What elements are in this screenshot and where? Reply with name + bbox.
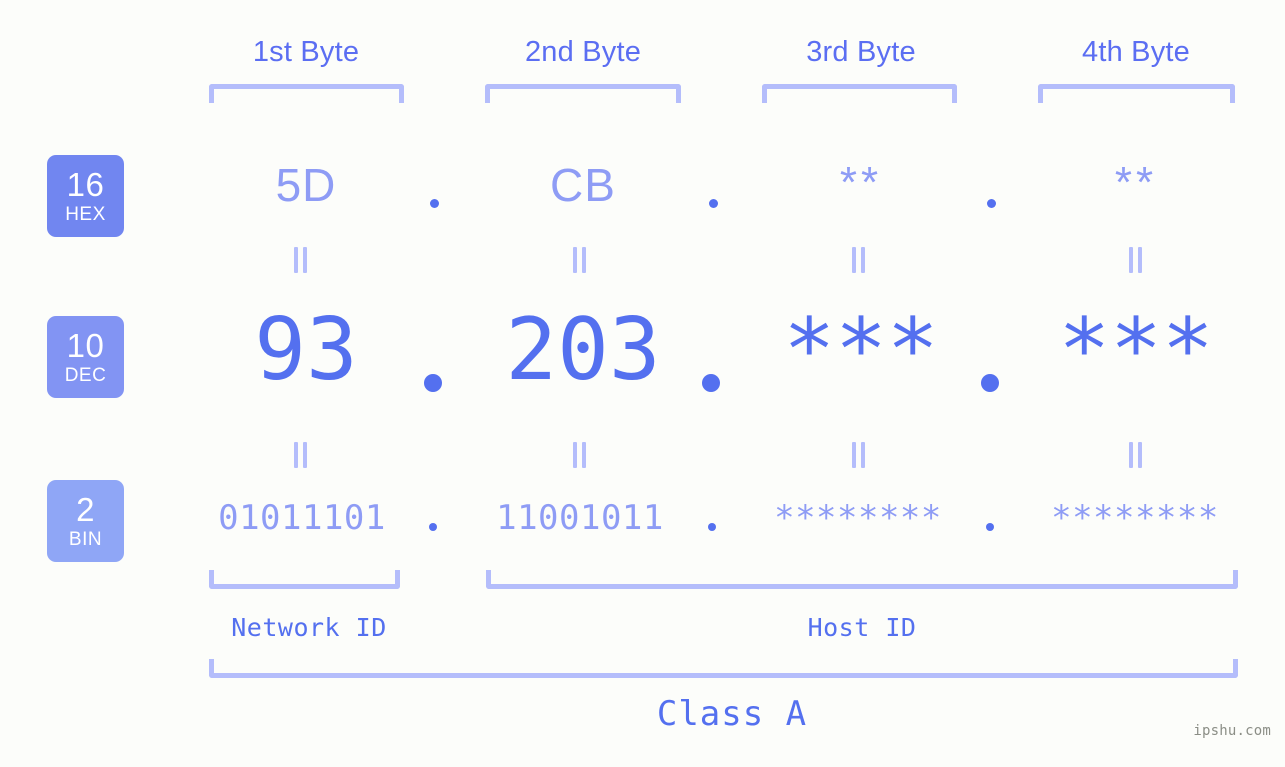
dec-byte-4: ***	[1058, 300, 1214, 400]
byte-bracket-2	[485, 84, 681, 103]
network-id-label: Network ID	[231, 613, 387, 642]
hex-byte-1: 5D	[275, 159, 337, 211]
network-id-bracket	[209, 570, 400, 589]
bin-byte-4: ********	[1051, 498, 1219, 538]
base-badge-dec-name: DEC	[64, 365, 107, 386]
base-badge-bin[interactable]: 2 BIN	[47, 480, 124, 562]
equivalence-mark-hex-dec-4	[1127, 247, 1145, 273]
bin-byte-1: 01011101	[218, 498, 386, 538]
byte-header-1: 1st Byte	[252, 36, 360, 68]
bin-byte-3: ********	[774, 498, 942, 538]
dec-separator-1	[424, 374, 442, 392]
byte-header-2: 2nd Byte	[524, 36, 642, 68]
equivalence-mark-dec-bin-4	[1127, 442, 1145, 468]
base-badge-bin-number: 2	[76, 491, 95, 528]
dec-byte-1: 93	[254, 300, 358, 400]
dec-separator-3	[981, 374, 999, 392]
bin-separator-3	[986, 523, 994, 531]
byte-header-4: 4th Byte	[1082, 36, 1190, 68]
equivalence-mark-dec-bin-3	[850, 442, 868, 468]
base-badge-hex-number: 16	[66, 166, 105, 203]
hex-separator-1	[430, 199, 439, 208]
hex-separator-2	[709, 199, 718, 208]
base-badge-dec[interactable]: 10 DEC	[47, 316, 124, 398]
bin-separator-2	[708, 523, 716, 531]
dec-separator-2	[702, 374, 720, 392]
equivalence-mark-hex-dec-3	[850, 247, 868, 273]
class-bracket	[209, 659, 1238, 678]
hex-separator-3	[987, 199, 996, 208]
byte-bracket-3	[762, 84, 957, 103]
ip-breakdown-diagram: 1st Byte 2nd Byte 3rd Byte 4th Byte 16 H…	[0, 0, 1285, 767]
hex-byte-2: CB	[550, 159, 616, 211]
bin-separator-1	[429, 523, 437, 531]
host-id-label: Host ID	[807, 613, 917, 642]
byte-bracket-4	[1038, 84, 1235, 103]
base-badge-hex[interactable]: 16 HEX	[47, 155, 124, 237]
dec-byte-3: ***	[783, 300, 939, 400]
class-label: Class A	[656, 694, 808, 734]
host-id-bracket	[486, 570, 1238, 589]
byte-bracket-1	[209, 84, 404, 103]
base-badge-hex-name: HEX	[65, 204, 106, 225]
bin-byte-2: 11001011	[496, 498, 664, 538]
equivalence-mark-hex-dec-2	[571, 247, 589, 273]
site-watermark: ipshu.com	[1193, 723, 1271, 739]
hex-byte-3: **	[839, 158, 883, 207]
base-badge-bin-name: BIN	[68, 529, 103, 550]
byte-header-3: 3rd Byte	[806, 36, 916, 68]
equivalence-mark-hex-dec-1	[292, 247, 310, 273]
dec-byte-2: 203	[505, 300, 661, 400]
equivalence-mark-dec-bin-2	[571, 442, 589, 468]
base-badge-dec-number: 10	[66, 327, 105, 364]
hex-byte-4: **	[1114, 158, 1158, 207]
equivalence-mark-dec-bin-1	[292, 442, 310, 468]
